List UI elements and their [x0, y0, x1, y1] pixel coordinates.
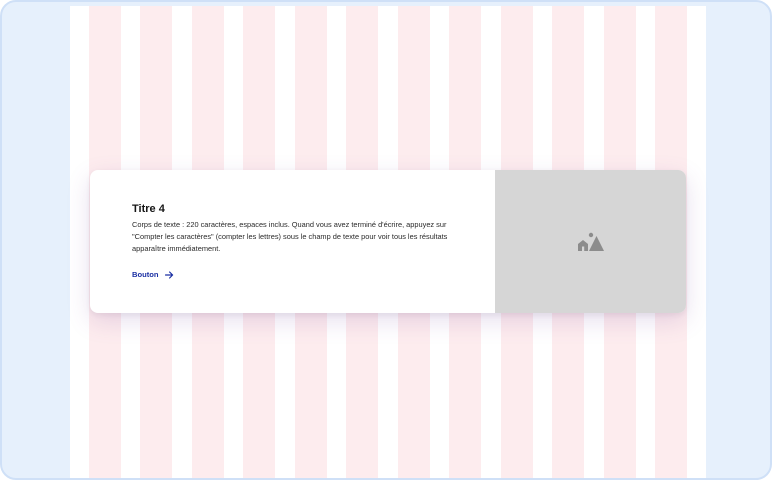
image-placeholder-icon: [577, 232, 604, 251]
horizontal-card: Titre 4 Corps de texte : 220 caractères,…: [90, 170, 686, 313]
artboard-frame: Titre 4 Corps de texte : 220 caractères,…: [0, 0, 772, 480]
card-image-placeholder: [495, 170, 686, 313]
card-button-label: Bouton: [132, 270, 159, 279]
arrow-right-icon: [164, 270, 173, 279]
card-content: Titre 4 Corps de texte : 220 caractères,…: [90, 170, 495, 313]
card-body-text: Corps de texte : 220 caractères, espaces…: [132, 220, 448, 254]
card-button-link[interactable]: Bouton: [132, 270, 174, 279]
card-title: Titre 4: [132, 203, 165, 215]
